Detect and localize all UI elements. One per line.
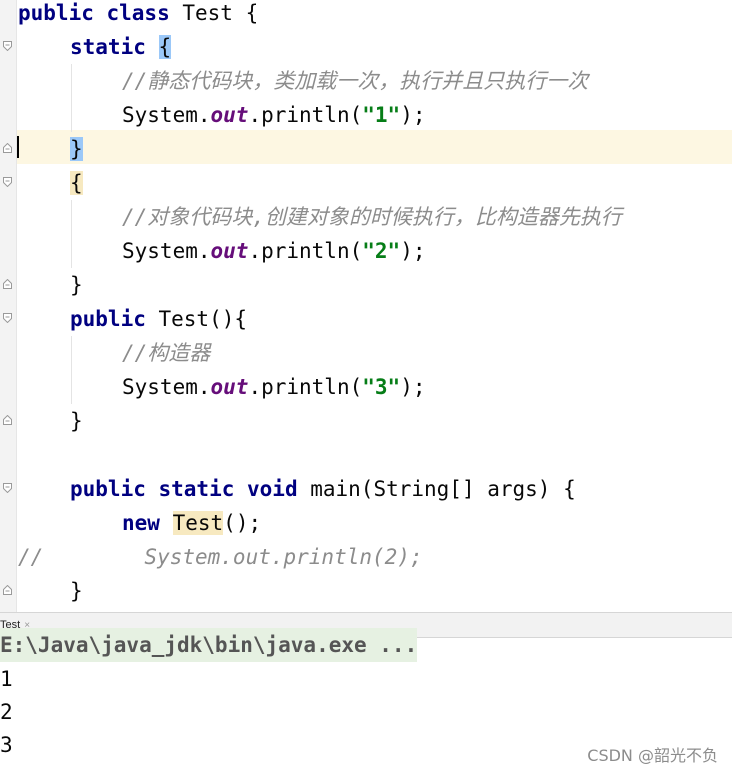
- fold-icon[interactable]: [3, 483, 12, 493]
- code-line: }: [70, 409, 83, 433]
- code-line: }: [70, 579, 83, 603]
- code-line: public class Test {: [18, 1, 259, 25]
- text-caret: [17, 136, 19, 158]
- code-line: }: [70, 273, 83, 297]
- watermark: CSDN @韶光不负: [587, 746, 718, 765]
- code-line: static {: [70, 35, 172, 59]
- code-line: public static void main(String[] args) {: [70, 477, 576, 501]
- code-line: new Test();: [122, 511, 262, 535]
- console-output-line: 2: [0, 700, 13, 724]
- code-comment: //静态代码块，类加载一次，执行并且只执行一次: [122, 69, 589, 93]
- fold-end-icon[interactable]: [3, 143, 12, 153]
- code-comment: //对象代码块,创建对象的时候执行，比构造器先执行: [122, 205, 622, 229]
- code-line: }: [70, 137, 83, 161]
- fold-icon[interactable]: [3, 41, 12, 51]
- code-line: System.out.println("1");: [122, 103, 426, 127]
- fold-end-icon[interactable]: [3, 279, 12, 289]
- fold-end-icon[interactable]: [3, 585, 12, 595]
- fold-end-icon[interactable]: [3, 415, 12, 425]
- code-line: System.out.println("3");: [122, 375, 426, 399]
- code-line: {: [70, 171, 83, 195]
- console-command: E:\Java\java_jdk\bin\java.exe ...: [0, 628, 418, 662]
- fold-icon[interactable]: [3, 313, 12, 323]
- code-comment: // System.out.println(2);: [18, 545, 423, 569]
- console-output-line: 3: [0, 733, 13, 757]
- indent-guide: [71, 200, 72, 268]
- indent-guide: [71, 64, 72, 132]
- code-line: System.out.println("2");: [122, 239, 426, 263]
- fold-icon[interactable]: [3, 177, 12, 187]
- code-comment: //构造器: [122, 341, 211, 365]
- current-line-highlight: [0, 130, 732, 164]
- console-output-line: 1: [0, 667, 13, 691]
- indent-guide: [71, 336, 72, 404]
- editor-gutter: [0, 0, 17, 612]
- code-editor[interactable]: public class Test { static { //静态代码块，类加载…: [0, 0, 732, 612]
- code-line: public Test(){: [70, 307, 248, 331]
